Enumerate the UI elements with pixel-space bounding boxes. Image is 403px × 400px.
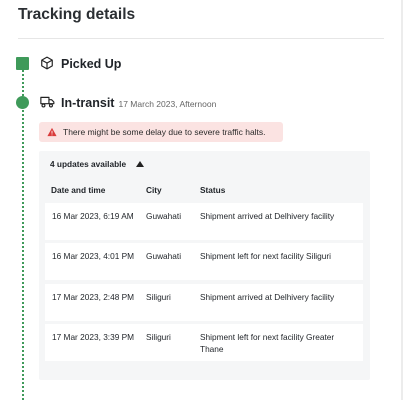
updates-panel: 4 updates available Date and time City S… [39,151,370,380]
step-title: In-transit [61,95,115,110]
row-status: Shipment left for next facility Greater … [200,332,335,354]
title-divider [18,38,384,39]
updates-count-label: 4 updates available [50,159,127,169]
column-header-date: Date and time [51,185,106,195]
row-city: Guwahati [146,251,182,261]
table-row: 17 Mar 2023, 3:39 PM Siliguri Shipment l… [45,324,363,361]
row-city: Siliguri [146,332,171,342]
row-date: 16 Mar 2023, 6:19 AM [52,211,134,221]
step-picked-up: Picked Up [40,56,121,71]
row-city: Guwahati [146,211,182,221]
timeline-marker-picked [16,57,29,70]
row-date: 17 Mar 2023, 2:48 PM [52,292,135,302]
step-in-transit: In-transit 17 March 2023, Afternoon [40,95,216,110]
table-row: 17 Mar 2023, 2:48 PM Siliguri Shipment a… [45,284,363,321]
delay-alert: There might be some delay due to severe … [39,122,283,142]
row-city: Siliguri [146,292,171,302]
truck-icon [40,95,55,110]
table-row: 16 Mar 2023, 6:19 AM Guwahati Shipment a… [45,203,363,240]
row-status: Shipment arrived at Delhivery facility [200,292,335,302]
row-date: 16 Mar 2023, 4:01 PM [52,251,135,261]
warning-icon [47,127,58,138]
timeline-line [22,70,24,400]
page-title: Tracking details [18,6,136,23]
package-icon [40,56,55,71]
column-header-status: Status [200,185,226,195]
alert-text: There might be some delay due to severe … [63,127,266,137]
table-row: 16 Mar 2023, 4:01 PM Guwahati Shipment l… [45,243,363,280]
row-date: 17 Mar 2023, 3:39 PM [52,332,135,342]
updates-toggle-button[interactable]: 4 updates available [50,159,145,169]
row-status: Shipment left for next facility Siliguri [200,251,331,261]
column-header-city: City [146,185,162,195]
row-status: Shipment arrived at Delhivery facility [200,211,335,221]
chevron-up-icon [136,160,145,168]
step-timestamp: 17 March 2023, Afternoon [118,98,217,109]
timeline-marker-transit [16,96,29,109]
step-title: Picked Up [61,56,122,71]
